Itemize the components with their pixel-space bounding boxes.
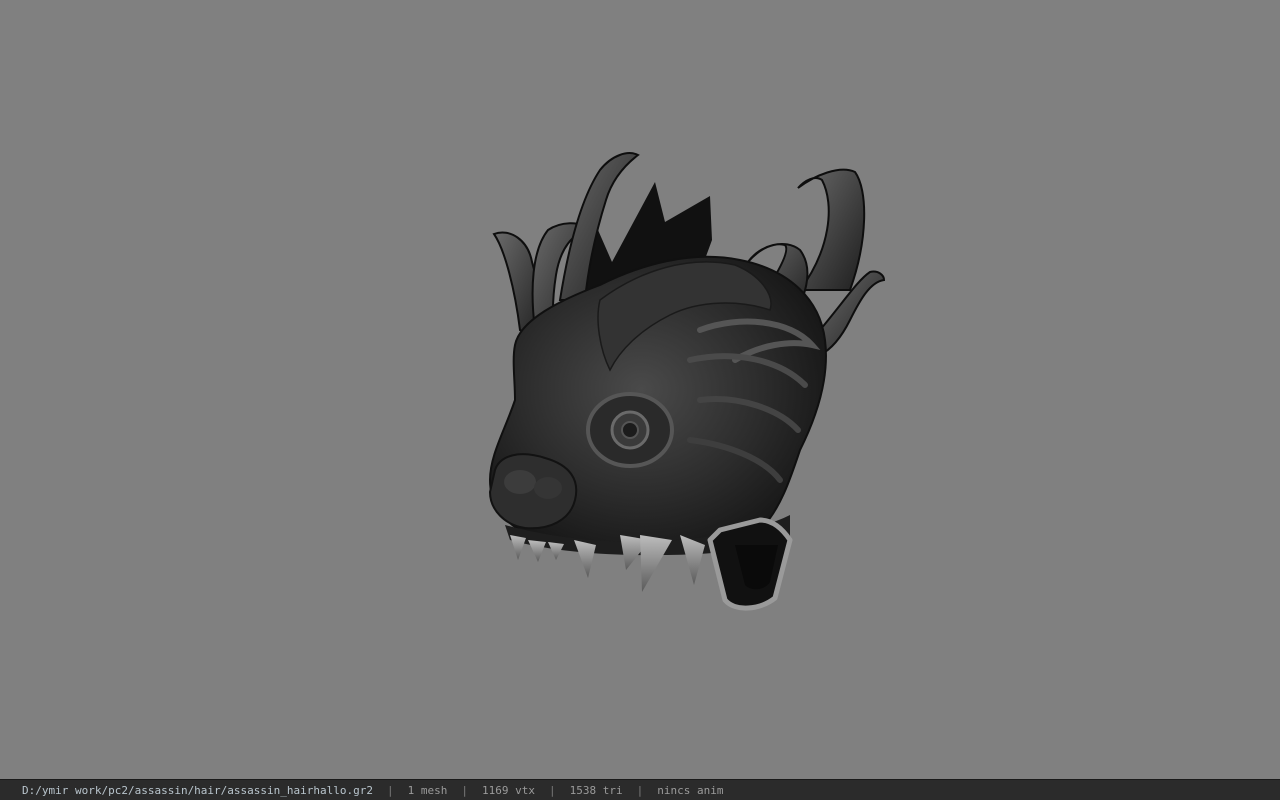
file-path: D:/ymir work/pc2/assassin/hair/assassin_… [22, 783, 373, 797]
snout [488, 453, 578, 530]
nostril [504, 470, 536, 494]
triangle-count: 1538 tri [569, 783, 623, 797]
anim-info: nincs anim [657, 783, 724, 797]
separator: | [548, 783, 556, 797]
dragon-head-helmet-model[interactable] [0, 0, 1280, 779]
separator: | [636, 783, 644, 797]
vertex-count: 1169 vtx [482, 783, 535, 797]
tooth [548, 542, 564, 560]
fang [640, 535, 672, 592]
nostril [534, 477, 562, 499]
status-bar: D:/ymir work/pc2/assassin/hair/assassin_… [0, 779, 1280, 800]
separator: | [461, 783, 468, 797]
tooth [528, 540, 546, 562]
separator: | [387, 783, 394, 797]
eye-pupil [621, 421, 639, 439]
3d-viewport[interactable] [0, 0, 1280, 779]
mesh-count: 1 mesh [407, 783, 448, 797]
tooth [510, 535, 526, 560]
fang [574, 540, 596, 578]
